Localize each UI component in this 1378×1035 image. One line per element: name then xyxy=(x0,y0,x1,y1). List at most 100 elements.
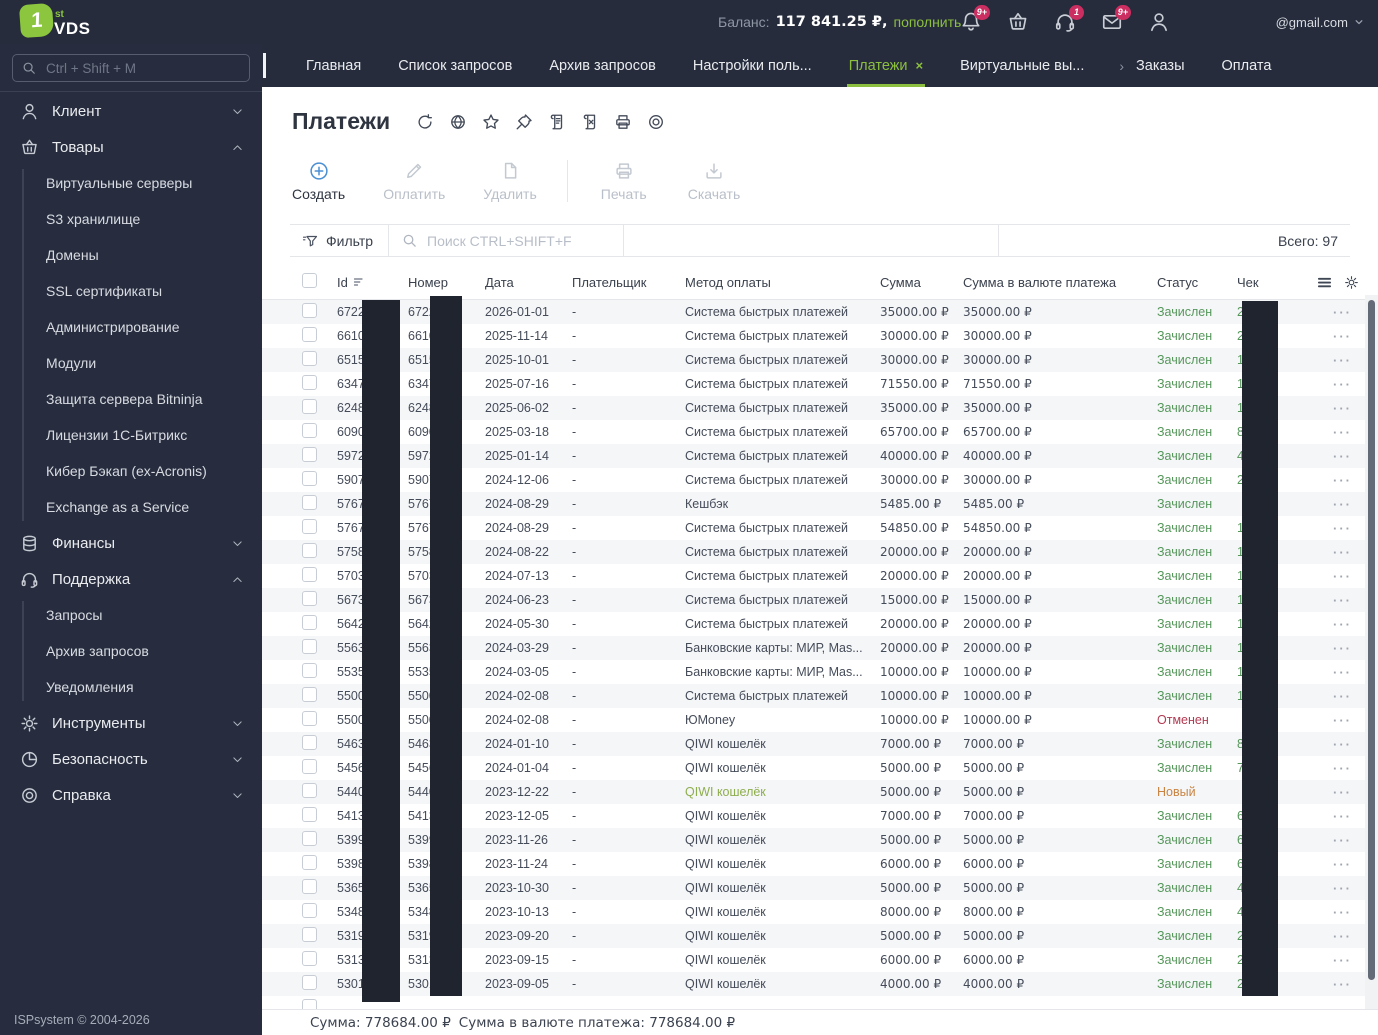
sidebar-subitem-администрирование[interactable]: Администрирование xyxy=(0,309,262,345)
sidebar-subitem-кибер-бэкап-ex-acronis-[interactable]: Кибер Бэкап (ex-Acronis) xyxy=(0,453,262,489)
column-amount-currency[interactable]: Сумма в валюте платежа xyxy=(963,275,1157,290)
user-avatar-icon[interactable] xyxy=(1148,11,1170,33)
tab-оплата[interactable]: Оплата xyxy=(1220,44,1274,87)
row-checkbox[interactable] xyxy=(302,543,317,558)
row-checkbox[interactable] xyxy=(302,927,317,942)
sidebar-item-поддержка[interactable]: Поддержка xyxy=(0,561,262,597)
row-checkbox[interactable] xyxy=(302,759,317,774)
refresh-icon[interactable] xyxy=(416,113,434,131)
row-actions-menu[interactable]: ··· xyxy=(1333,713,1352,728)
row-actions-menu[interactable]: ··· xyxy=(1333,641,1352,656)
row-checkbox[interactable] xyxy=(302,471,317,486)
sidebar-subitem-уведомления[interactable]: Уведомления xyxy=(0,669,262,705)
sidebar-item-товары[interactable]: Товары xyxy=(0,129,262,165)
column-status[interactable]: Статус xyxy=(1157,275,1237,290)
row-actions-menu[interactable]: ··· xyxy=(1333,953,1352,968)
sidebar-subitem-архив-запросов[interactable]: Архив запросов xyxy=(0,633,262,669)
row-checkbox[interactable] xyxy=(302,999,317,1009)
tab-overflow-chevron-icon[interactable]: › xyxy=(1119,44,1124,87)
row-actions-menu[interactable]: ··· xyxy=(1333,761,1352,776)
row-checkbox[interactable] xyxy=(302,327,317,342)
row-actions-menu[interactable]: ··· xyxy=(1333,977,1352,992)
printer-icon[interactable] xyxy=(614,113,632,131)
row-checkbox[interactable] xyxy=(302,303,317,318)
support-headset-icon[interactable]: 1 xyxy=(1054,11,1076,33)
row-checkbox[interactable] xyxy=(302,807,317,822)
row-actions-menu[interactable]: ··· xyxy=(1333,737,1352,752)
sidebar-subitem-лицензии-1с-битрикс[interactable]: Лицензии 1С-Битрикс xyxy=(0,417,262,453)
table-settings-gear-icon[interactable] xyxy=(1344,275,1359,290)
row-actions-menu[interactable]: ··· xyxy=(1333,569,1352,584)
row-checkbox[interactable] xyxy=(302,639,317,654)
cart-icon[interactable] xyxy=(1007,11,1029,33)
row-checkbox[interactable] xyxy=(302,591,317,606)
row-checkbox[interactable] xyxy=(302,423,317,438)
row-checkbox[interactable] xyxy=(302,495,317,510)
row-checkbox[interactable] xyxy=(302,975,317,990)
row-actions-menu[interactable]: ··· xyxy=(1333,329,1352,344)
firstvds-logo[interactable]: 1 st VDS xyxy=(20,4,90,37)
globe-link-icon[interactable] xyxy=(449,113,467,131)
row-actions-menu[interactable]: ··· xyxy=(1333,617,1352,632)
row-actions-menu[interactable]: ··· xyxy=(1333,689,1352,704)
row-checkbox[interactable] xyxy=(302,879,317,894)
tab-close-icon[interactable]: × xyxy=(916,58,924,73)
row-actions-menu[interactable]: ··· xyxy=(1333,473,1352,488)
sidebar-item-инструменты[interactable]: Инструменты xyxy=(0,705,262,741)
row-actions-menu[interactable]: ··· xyxy=(1333,665,1352,680)
topup-link[interactable]: пополнить xyxy=(893,14,961,30)
pin-icon[interactable] xyxy=(515,113,533,131)
row-actions-menu[interactable]: ··· xyxy=(1333,929,1352,944)
scrollbar-thumb[interactable] xyxy=(1368,300,1375,980)
row-checkbox[interactable] xyxy=(302,351,317,366)
создать-button[interactable]: Создать xyxy=(292,161,345,202)
notifications-bell-icon[interactable]: 9+ xyxy=(960,11,982,33)
account-menu[interactable]: @gmail.com xyxy=(1276,0,1364,44)
sidebar-item-клиент[interactable]: Клиент xyxy=(0,93,262,129)
sidebar-item-финансы[interactable]: Финансы xyxy=(0,525,262,561)
column-id[interactable]: Id xyxy=(337,275,408,290)
row-checkbox[interactable] xyxy=(302,615,317,630)
column-amount[interactable]: Сумма xyxy=(880,275,963,290)
row-density-icon[interactable] xyxy=(1317,275,1332,290)
row-checkbox[interactable] xyxy=(302,951,317,966)
row-checkbox[interactable] xyxy=(302,903,317,918)
row-actions-menu[interactable]: ··· xyxy=(1333,425,1352,440)
row-checkbox[interactable] xyxy=(302,735,317,750)
sidebar-subitem-s3-хранилище[interactable]: S3 хранилище xyxy=(0,201,262,237)
row-actions-menu[interactable]: ··· xyxy=(1333,401,1352,416)
tab-заказы[interactable]: Заказы xyxy=(1134,44,1186,87)
scrollbar-track[interactable] xyxy=(1365,295,1378,1009)
sidebar-item-безопасность[interactable]: Безопасность xyxy=(0,741,262,777)
row-checkbox[interactable] xyxy=(302,399,317,414)
row-checkbox[interactable] xyxy=(302,519,317,534)
tab-виртуальные-вы-[interactable]: Виртуальные вы... xyxy=(958,44,1086,87)
sidebar-search-input[interactable] xyxy=(44,60,240,77)
row-checkbox[interactable] xyxy=(302,687,317,702)
row-checkbox[interactable] xyxy=(302,663,317,678)
star-icon[interactable] xyxy=(482,113,500,131)
sidebar-search[interactable] xyxy=(12,54,250,82)
row-actions-menu[interactable]: ··· xyxy=(1333,305,1352,320)
select-all-checkbox[interactable] xyxy=(302,273,317,288)
tab-платежи[interactable]: Платежи× xyxy=(847,44,925,87)
row-actions-menu[interactable]: ··· xyxy=(1333,857,1352,872)
tab-главная[interactable]: Главная xyxy=(304,44,363,87)
filter-button[interactable]: Фильтр xyxy=(302,225,373,256)
row-checkbox[interactable] xyxy=(302,567,317,582)
row-actions-menu[interactable]: ··· xyxy=(1333,785,1352,800)
column-payer[interactable]: Плательщик xyxy=(572,275,685,290)
sidebar-subitem-домены[interactable]: Домены xyxy=(0,237,262,273)
sidebar-subitem-запросы[interactable]: Запросы xyxy=(0,597,262,633)
tab-настройки-поль-[interactable]: Настройки поль... xyxy=(691,44,814,87)
log-icon[interactable] xyxy=(548,113,566,131)
row-actions-menu[interactable]: ··· xyxy=(1333,377,1352,392)
ring-icon[interactable] xyxy=(647,113,665,131)
sidebar-subitem-ssl-сертификаты[interactable]: SSL сертификаты xyxy=(0,273,262,309)
table-search-input[interactable] xyxy=(425,232,635,250)
sidebar-item-справка[interactable]: Справка xyxy=(0,777,262,813)
table-search[interactable] xyxy=(402,225,635,256)
row-actions-menu[interactable]: ··· xyxy=(1333,449,1352,464)
row-actions-menu[interactable]: ··· xyxy=(1333,353,1352,368)
row-actions-menu[interactable]: ··· xyxy=(1333,593,1352,608)
